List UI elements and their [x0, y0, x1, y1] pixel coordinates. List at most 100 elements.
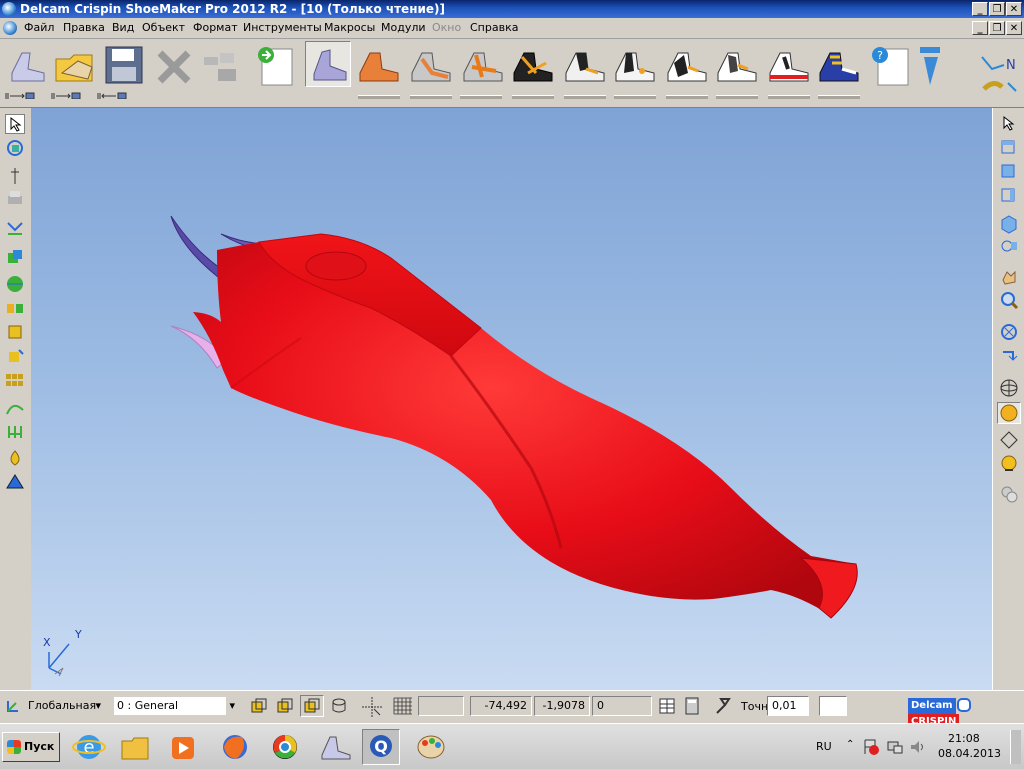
zoom-icon[interactable]	[999, 290, 1019, 310]
paint-icon[interactable]	[412, 729, 450, 765]
hand-pan-icon[interactable]	[999, 266, 1019, 286]
pin-icon[interactable]	[5, 166, 25, 186]
axis-tools-button[interactable]: N	[976, 47, 1020, 103]
shaded-mode-button[interactable]	[997, 402, 1021, 424]
chrome-icon[interactable]	[266, 729, 304, 765]
menu-file[interactable]: Файл	[24, 21, 54, 35]
blank-input[interactable]	[819, 696, 847, 716]
document-icon[interactable]	[3, 21, 17, 35]
cube-wire-icon[interactable]	[249, 696, 269, 716]
clock-date[interactable]: 08.04.2013	[938, 747, 1001, 760]
view-side-icon[interactable]	[999, 184, 1019, 204]
delete-button[interactable]	[152, 43, 198, 89]
curve-icon[interactable]	[5, 398, 25, 418]
shoe-last-button[interactable]	[305, 41, 351, 87]
shoe-insole-button[interactable]	[408, 43, 454, 89]
show-desktop-button[interactable]	[1010, 730, 1021, 764]
doc-minimize-button[interactable]: _	[972, 21, 988, 35]
menu-help[interactable]: Справка	[470, 21, 518, 35]
layout-strip-icon[interactable]	[4, 91, 144, 99]
workplane-icon[interactable]	[4, 697, 24, 715]
menu-object[interactable]: Объект	[142, 21, 185, 35]
view-front-icon[interactable]	[999, 160, 1019, 180]
ie-icon[interactable]: e	[70, 729, 108, 765]
view-iso-icon[interactable]	[999, 214, 1019, 234]
maximize-button[interactable]: ❐	[989, 2, 1005, 16]
menu-macros[interactable]: Макросы	[324, 21, 375, 35]
help-button[interactable]: ?	[868, 43, 914, 89]
rotate-view-icon[interactable]	[5, 138, 25, 158]
shoe-loafer-button[interactable]	[562, 43, 608, 89]
y-coordinate[interactable]: -1,9078	[534, 696, 590, 716]
crispin-task-button[interactable]: Q	[362, 729, 400, 765]
cube-green-icon[interactable]	[5, 248, 25, 268]
menu-modules[interactable]: Модули	[381, 21, 426, 35]
view-top-icon[interactable]	[999, 136, 1019, 156]
coord-system-select[interactable]: Глобальная ▾	[28, 696, 108, 716]
measure-tool-icon[interactable]	[713, 695, 735, 717]
material-icon[interactable]	[999, 484, 1019, 504]
view-multi-icon[interactable]	[999, 236, 1019, 256]
cubes-icon[interactable]	[5, 298, 25, 318]
menu-edit[interactable]: Правка	[63, 21, 105, 35]
shoe-sport-button[interactable]	[766, 43, 812, 89]
shoe-app-icon[interactable]	[316, 729, 354, 765]
doc-restore-button[interactable]: ❐	[989, 21, 1005, 35]
cube-yz-icon[interactable]	[275, 696, 295, 716]
fork-icon[interactable]	[5, 422, 25, 442]
table-icon[interactable]	[657, 696, 677, 716]
start-button[interactable]: Пуск	[2, 732, 60, 762]
z-coordinate[interactable]: 0	[592, 696, 652, 716]
clock-time[interactable]: 21:08	[948, 732, 980, 745]
blocks-grid-icon[interactable]	[5, 370, 25, 390]
tray-expand-icon[interactable]: ⌃	[846, 739, 854, 750]
shoe-pump-button[interactable]	[510, 43, 556, 89]
cube-zx-button[interactable]	[300, 695, 324, 717]
pencil-tool-button[interactable]	[916, 43, 962, 89]
close-button[interactable]: ✕	[1006, 2, 1022, 16]
shoe-oxford-button[interactable]	[612, 43, 658, 89]
globe-icon[interactable]	[5, 274, 25, 294]
wireframe-sphere-icon[interactable]	[999, 378, 1019, 398]
snap-grid-icon[interactable]	[360, 695, 384, 717]
doc-close-button[interactable]: ✕	[1006, 21, 1022, 35]
layer-select[interactable]: 0 : General ▾	[114, 696, 242, 716]
pyramid-icon[interactable]	[5, 472, 25, 492]
light-sphere-icon[interactable]	[999, 454, 1019, 474]
hidden-line-icon[interactable]	[999, 430, 1019, 450]
zoom-fit-icon[interactable]	[999, 322, 1019, 342]
cube-arrow-icon[interactable]	[5, 346, 25, 366]
menu-view[interactable]: Вид	[112, 21, 134, 35]
shoe-last-model[interactable]	[31, 108, 992, 690]
shoe-sneaker-button[interactable]	[714, 43, 760, 89]
transform-icon[interactable]	[5, 218, 25, 238]
select-arrow-icon[interactable]	[5, 114, 25, 134]
volume-icon[interactable]	[908, 738, 926, 756]
media-player-icon[interactable]	[164, 729, 202, 765]
redraw-arrow-icon[interactable]	[999, 346, 1019, 366]
language-indicator[interactable]: RU	[816, 740, 832, 753]
shoe-sandal-button[interactable]	[460, 43, 506, 89]
folder-icon[interactable]	[116, 729, 154, 765]
tolerance-input[interactable]: 0,01	[767, 696, 809, 716]
open-button[interactable]	[52, 43, 98, 89]
grid-icon[interactable]	[392, 696, 414, 716]
shoe-bottom-button[interactable]	[356, 43, 402, 89]
new-last-button[interactable]	[4, 43, 50, 89]
x-coordinate[interactable]: -74,492	[470, 696, 532, 716]
select-arrow-icon[interactable]	[999, 114, 1019, 134]
workplane-stack-icon[interactable]	[329, 696, 349, 716]
shoe-derby-button[interactable]	[664, 43, 710, 89]
drop-icon[interactable]	[5, 448, 25, 468]
menu-tools[interactable]: Инструменты	[243, 21, 322, 35]
shoe-boot-colors-button[interactable]	[816, 43, 862, 89]
printer-icon[interactable]	[5, 188, 25, 208]
3d-viewport[interactable]: X Y	[31, 108, 992, 690]
save-button[interactable]	[102, 43, 148, 89]
minimize-button[interactable]: _	[972, 2, 988, 16]
flag-alert-icon[interactable]	[862, 738, 880, 756]
firefox-icon[interactable]	[216, 729, 254, 765]
calculator-icon[interactable]	[682, 696, 702, 716]
insert-button[interactable]	[252, 43, 298, 89]
tools-button[interactable]	[198, 43, 244, 89]
